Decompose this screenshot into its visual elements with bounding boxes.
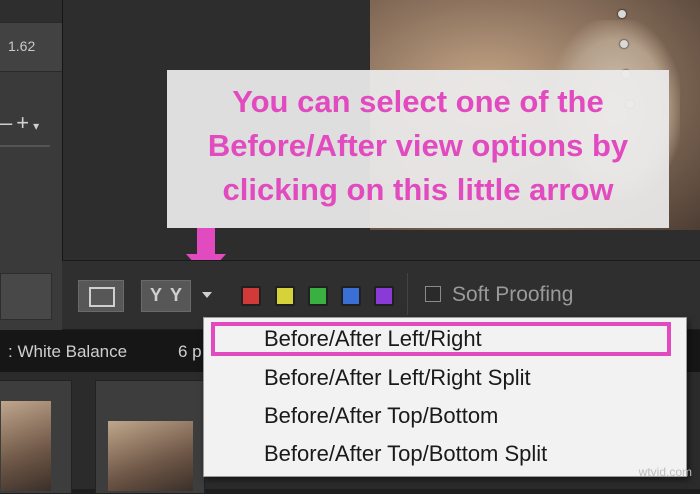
before-after-icon: Y <box>170 285 183 305</box>
watermark: wtvid.com <box>638 465 692 479</box>
toolbar-divider <box>407 273 408 315</box>
color-label-yellow[interactable] <box>275 286 295 306</box>
before-after-menu: Before/After Left/Right Before/After Lef… <box>203 317 687 477</box>
before-after-view-button[interactable]: Y Y <box>141 280 191 312</box>
chevron-down-icon <box>202 292 212 298</box>
color-label-green[interactable] <box>308 286 328 306</box>
filmstrip-thumbnail[interactable] <box>0 380 72 494</box>
color-label-purple[interactable] <box>374 286 394 306</box>
before-after-dropdown-button[interactable] <box>198 288 216 304</box>
loupe-view-button[interactable] <box>78 280 124 312</box>
minus-icon[interactable]: – <box>0 110 16 135</box>
soft-proofing-checkbox[interactable] <box>425 286 441 302</box>
divider <box>0 145 50 147</box>
filmstrip-thumbnail[interactable] <box>95 380 205 494</box>
callout-line: clicking on this little arrow <box>222 172 614 207</box>
plus-icon[interactable]: + <box>16 110 33 135</box>
before-after-icon: Y <box>150 285 163 305</box>
soft-proofing-label: Soft Proofing <box>452 283 574 306</box>
left-panel: 1.62 –+▾ <box>0 0 62 330</box>
panel-value: 1.62 <box>8 38 36 54</box>
callout-line: Before/After view options by <box>207 128 629 163</box>
menu-item-before-after-top-bottom-split[interactable]: Before/After Top/Bottom Split <box>264 436 547 472</box>
menu-item-before-after-left-right-split[interactable]: Before/After Left/Right Split <box>264 360 531 396</box>
menu-item-before-after-left-right[interactable]: Before/After Left/Right <box>264 321 482 357</box>
thumbnail-image <box>108 421 193 491</box>
callout-annotation: You can select one of the Before/After v… <box>167 70 669 228</box>
color-label-blue[interactable] <box>341 286 361 306</box>
filmstrip-photo-count: 6 p <box>178 342 202 361</box>
callout-arrow-shaft <box>197 228 215 256</box>
menu-item-before-after-top-bottom[interactable]: Before/After Top/Bottom <box>264 398 498 434</box>
photo-detail <box>620 40 628 48</box>
panel-button[interactable] <box>0 273 52 320</box>
thumbnail-image <box>1 401 51 491</box>
color-label-red[interactable] <box>241 286 261 306</box>
loupe-view-icon <box>89 287 115 307</box>
photo-detail <box>618 10 626 18</box>
zoom-controls[interactable]: –+▾ <box>0 110 43 136</box>
filmstrip-source-label: : White Balance <box>8 342 128 361</box>
callout-line: You can select one of the <box>232 84 604 119</box>
panel-row <box>0 0 62 22</box>
chevron-down-icon[interactable]: ▾ <box>33 119 43 133</box>
